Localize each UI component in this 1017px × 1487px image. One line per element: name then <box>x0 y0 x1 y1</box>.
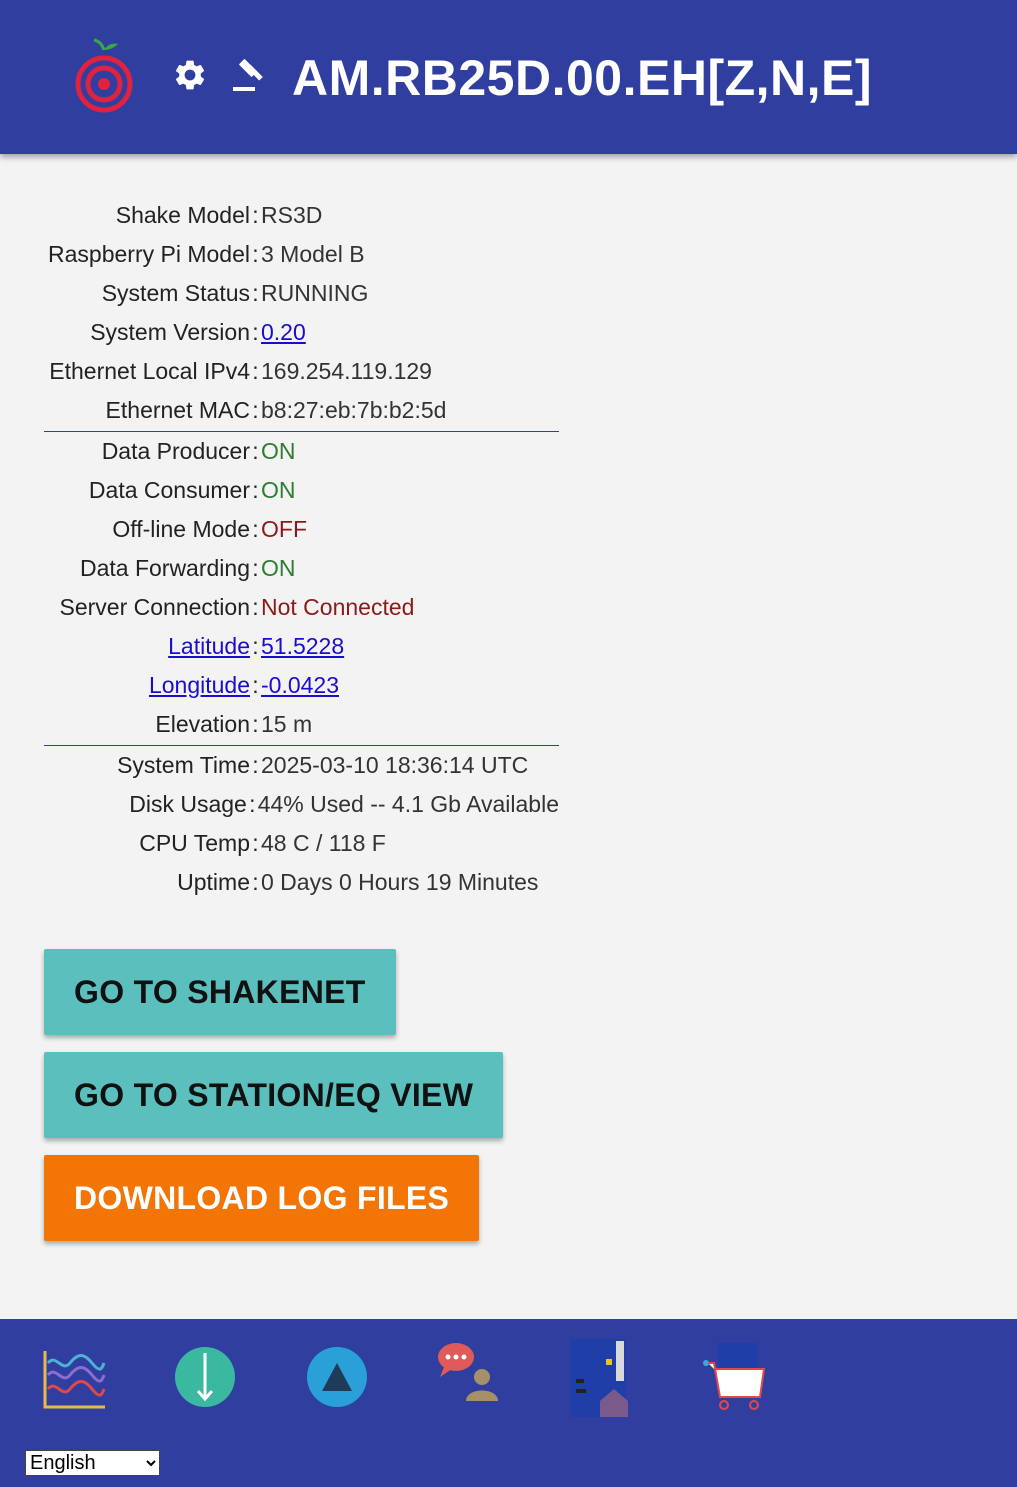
info-row-system-status: System Status : RUNNING <box>44 274 559 313</box>
separator: : <box>252 319 259 345</box>
info-row-data-producer: Data Producer : ON <box>44 432 559 471</box>
info-row-cpu-temp: CPU Temp : 48 C / 118 F <box>44 824 559 863</box>
label-elevation: Elevation <box>155 711 250 737</box>
shop-cart-icon[interactable] <box>698 1339 768 1419</box>
community-chat-icon[interactable] <box>434 1339 504 1419</box>
info-row-offline-mode: Off-line Mode : OFF <box>44 510 559 549</box>
separator: : <box>252 555 259 581</box>
value-elevation: 15 m <box>261 711 313 737</box>
separator: : <box>252 477 259 503</box>
longitude-label-link[interactable]: Longitude <box>149 672 250 698</box>
label-disk-usage: Disk Usage <box>129 791 247 817</box>
label-uptime: Uptime <box>177 869 250 895</box>
value-system-status: RUNNING <box>261 280 369 306</box>
value-data-consumer: ON <box>261 477 296 503</box>
separator: : <box>252 711 259 737</box>
label-server-connection: Server Connection <box>59 594 251 620</box>
latitude-label-link[interactable]: Latitude <box>168 633 250 659</box>
label-shake-model: Shake Model <box>115 202 250 228</box>
separator: : <box>252 594 259 620</box>
footer-bar: English <box>0 1319 1017 1487</box>
gear-icon[interactable] <box>172 57 208 93</box>
separator: : <box>252 202 259 228</box>
download-arrow-icon[interactable] <box>170 1339 240 1419</box>
info-row-elevation: Elevation : 15 m <box>44 705 559 744</box>
info-row-uptime: Uptime : 0 Days 0 Hours 19 Minutes <box>44 863 559 902</box>
info-row-shake-model: Shake Model : RS3D <box>44 196 559 235</box>
value-data-producer: ON <box>261 438 296 464</box>
value-pi-model: 3 Model B <box>261 241 365 267</box>
system-info-table: Shake Model : RS3D Raspberry Pi Model : … <box>44 196 559 902</box>
info-row-system-version: System Version : 0.20 <box>44 313 559 352</box>
value-mac: b8:27:eb:7b:b2:5d <box>261 397 447 423</box>
value-ipv4: 169.254.119.129 <box>261 358 432 384</box>
board-home-icon[interactable] <box>566 1339 636 1419</box>
label-ipv4: Ethernet Local IPv4 <box>49 358 250 384</box>
value-data-forwarding: ON <box>261 555 296 581</box>
label-system-version: System Version <box>90 319 250 345</box>
label-system-time: System Time <box>117 752 250 778</box>
download-log-files-button[interactable]: DOWNLOAD LOG FILES <box>44 1155 480 1241</box>
separator: : <box>252 438 259 464</box>
info-row-longitude: Longitude : -0.0423 <box>44 666 559 705</box>
separator: : <box>252 397 259 423</box>
info-row-system-time: System Time : 2025-03-10 18:36:14 UTC <box>44 746 559 785</box>
triangle-upload-icon[interactable] <box>302 1339 372 1419</box>
separator: : <box>249 791 256 817</box>
label-pi-model: Raspberry Pi Model <box>48 241 250 267</box>
separator: : <box>252 672 259 698</box>
value-shake-model: RS3D <box>261 202 323 228</box>
info-row-ipv4: Ethernet Local IPv4 : 169.254.119.129 <box>44 352 559 391</box>
header-bar: AM.RB25D.00.EH[Z,N,E] <box>0 0 1017 154</box>
system-version-link[interactable]: 0.20 <box>261 319 306 345</box>
separator: : <box>252 830 259 856</box>
value-uptime: 0 Days 0 Hours 19 Minutes <box>261 869 539 895</box>
gavel-icon[interactable] <box>230 55 270 95</box>
label-data-forwarding: Data Forwarding <box>79 555 250 581</box>
separator: : <box>252 633 259 659</box>
label-offline-mode: Off-line Mode <box>112 516 250 542</box>
go-to-station-eq-view-button[interactable]: GO TO STATION/EQ VIEW <box>44 1052 504 1138</box>
separator: : <box>252 752 259 778</box>
label-data-producer: Data Producer <box>101 438 250 464</box>
info-row-latitude: Latitude : 51.5228 <box>44 627 559 666</box>
waveform-chart-icon[interactable] <box>40 1339 110 1419</box>
separator: : <box>252 241 259 267</box>
info-row-pi-model: Raspberry Pi Model : 3 Model B <box>44 235 559 274</box>
value-offline-mode: OFF <box>261 516 307 542</box>
language-select[interactable]: English <box>25 1450 160 1476</box>
value-cpu-temp: 48 C / 118 F <box>261 830 386 856</box>
value-system-time: 2025-03-10 18:36:14 UTC <box>261 752 529 778</box>
label-system-status: System Status <box>101 280 250 306</box>
info-row-disk-usage: Disk Usage : 44% Used -- 4.1 Gb Availabl… <box>44 785 559 824</box>
longitude-value-link[interactable]: -0.0423 <box>261 672 339 698</box>
go-to-shakenet-button[interactable]: GO TO SHAKENET <box>44 949 396 1035</box>
station-title: AM.RB25D.00.EH[Z,N,E] <box>292 50 873 106</box>
label-mac: Ethernet MAC <box>105 397 250 423</box>
separator: : <box>252 280 259 306</box>
separator: : <box>252 358 259 384</box>
value-server-connection: Not Connected <box>261 594 415 620</box>
info-row-server-connection: Server Connection : Not Connected <box>44 588 559 627</box>
label-data-consumer: Data Consumer <box>88 477 250 503</box>
separator: : <box>252 516 259 542</box>
latitude-value-link[interactable]: 51.5228 <box>261 633 344 659</box>
separator: : <box>252 869 259 895</box>
info-row-mac: Ethernet MAC : b8:27:eb:7b:b2:5d <box>44 391 559 430</box>
label-cpu-temp: CPU Temp <box>139 830 250 856</box>
info-row-data-consumer: Data Consumer : ON <box>44 471 559 510</box>
info-row-data-forwarding: Data Forwarding : ON <box>44 549 559 588</box>
value-disk-usage: 44% Used -- 4.1 Gb Available <box>257 791 559 817</box>
raspberry-shake-logo-icon[interactable] <box>66 38 142 118</box>
